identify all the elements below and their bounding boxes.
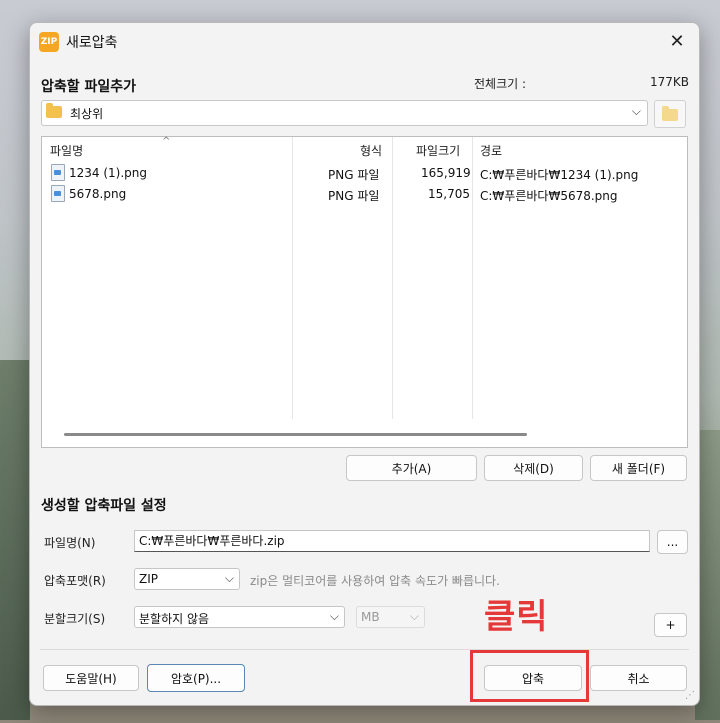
chevron-down-icon: ⌵ [224, 571, 234, 585]
filename-input[interactable]: C:₩푸른바다₩푸른바다.zip [134, 530, 650, 552]
new-folder-button[interactable]: 새 폴더(F) [590, 455, 687, 481]
split-unit-value: MB [361, 610, 380, 624]
total-size-value: 177KB [649, 75, 689, 89]
add-split-button[interactable]: + [654, 613, 687, 637]
folder-icon [46, 103, 62, 118]
file-size: 165,919 [421, 166, 471, 180]
column-header-path[interactable]: 경로 [480, 142, 502, 159]
split-unit-select[interactable]: MB ⌵ [356, 606, 425, 628]
path-combo[interactable]: 최상위 ⌵ [41, 100, 648, 126]
column-header-name[interactable]: 파일명 [50, 142, 83, 159]
compress-dialog: ZIP 새로압축 ✕ 압축할 파일추가 전체크기 : 177KB 최상위 ⌵ 파… [29, 22, 700, 706]
chevron-down-icon[interactable]: ⌵ [632, 104, 641, 119]
add-button[interactable]: 추가(A) [346, 455, 477, 481]
column-header-size[interactable]: 파일크기 [416, 142, 460, 159]
footer-divider [40, 649, 689, 650]
file-path: C:₩푸른바다₩5678.png [480, 189, 618, 203]
help-button[interactable]: 도움말(H) [43, 665, 139, 691]
chevron-down-icon: ⌵ [329, 609, 339, 623]
cancel-button[interactable]: 취소 [590, 665, 687, 691]
file-size: 15,705 [428, 187, 470, 201]
window-title: 새로압축 [66, 35, 118, 51]
column-header-type[interactable]: 형식 [360, 142, 382, 159]
file-path: C:₩푸른바다₩1234 (1).png [480, 168, 639, 182]
filename-label: 파일명(N) [44, 536, 96, 550]
titlebar: ZIP 새로압축 ✕ [30, 23, 699, 59]
click-annotation: 클릭 [484, 597, 549, 637]
source-section-title: 압축할 파일추가 [41, 79, 137, 95]
background-tree-left [0, 360, 30, 720]
format-value: ZIP [139, 572, 158, 586]
file-name: 5678.png [69, 187, 127, 201]
file-list[interactable]: 파일명 ^ 형식 파일크기 경로 1234 (1).png PNG 파일 165… [41, 136, 688, 448]
table-row[interactable]: 5678.png PNG 파일 15,705 C:₩푸른바다₩5678.png [42, 184, 687, 204]
split-label: 분할크기(S) [44, 612, 106, 626]
zip-app-icon: ZIP [39, 32, 59, 52]
total-size-label: 전체크기 : [474, 77, 527, 91]
file-type: PNG 파일 [328, 168, 380, 182]
compress-highlight-box [470, 650, 589, 702]
resize-grip-icon[interactable]: ⋰ [685, 690, 695, 701]
password-button[interactable]: 암호(P)... [147, 664, 245, 692]
path-text: 최상위 [70, 107, 104, 121]
table-row[interactable]: 1234 (1).png PNG 파일 165,919 C:₩푸른바다₩1234… [42, 163, 687, 183]
browse-button[interactable]: ... [657, 530, 688, 554]
format-select[interactable]: ZIP ⌵ [134, 568, 240, 590]
delete-button[interactable]: 삭제(D) [484, 455, 583, 481]
chevron-down-icon: ⌵ [409, 609, 419, 623]
sort-ascending-icon: ^ [162, 136, 171, 147]
format-label: 압축포맷(R) [44, 574, 106, 588]
horizontal-scrollbar[interactable] [64, 433, 527, 436]
split-select[interactable]: 분할하지 않음 ⌵ [134, 606, 345, 628]
png-file-icon [51, 164, 65, 181]
output-section-title: 생성할 압축파일 설정 [41, 498, 167, 514]
file-type: PNG 파일 [328, 189, 380, 203]
file-name: 1234 (1).png [69, 166, 148, 180]
split-value: 분할하지 않음 [139, 612, 210, 626]
format-hint: zip은 멀티코어를 사용하여 압축 속도가 빠릅니다. [250, 574, 500, 588]
png-file-icon [51, 185, 65, 202]
close-button[interactable]: ✕ [665, 29, 689, 53]
folder-up-icon [662, 106, 678, 121]
parent-folder-button[interactable] [654, 100, 686, 128]
